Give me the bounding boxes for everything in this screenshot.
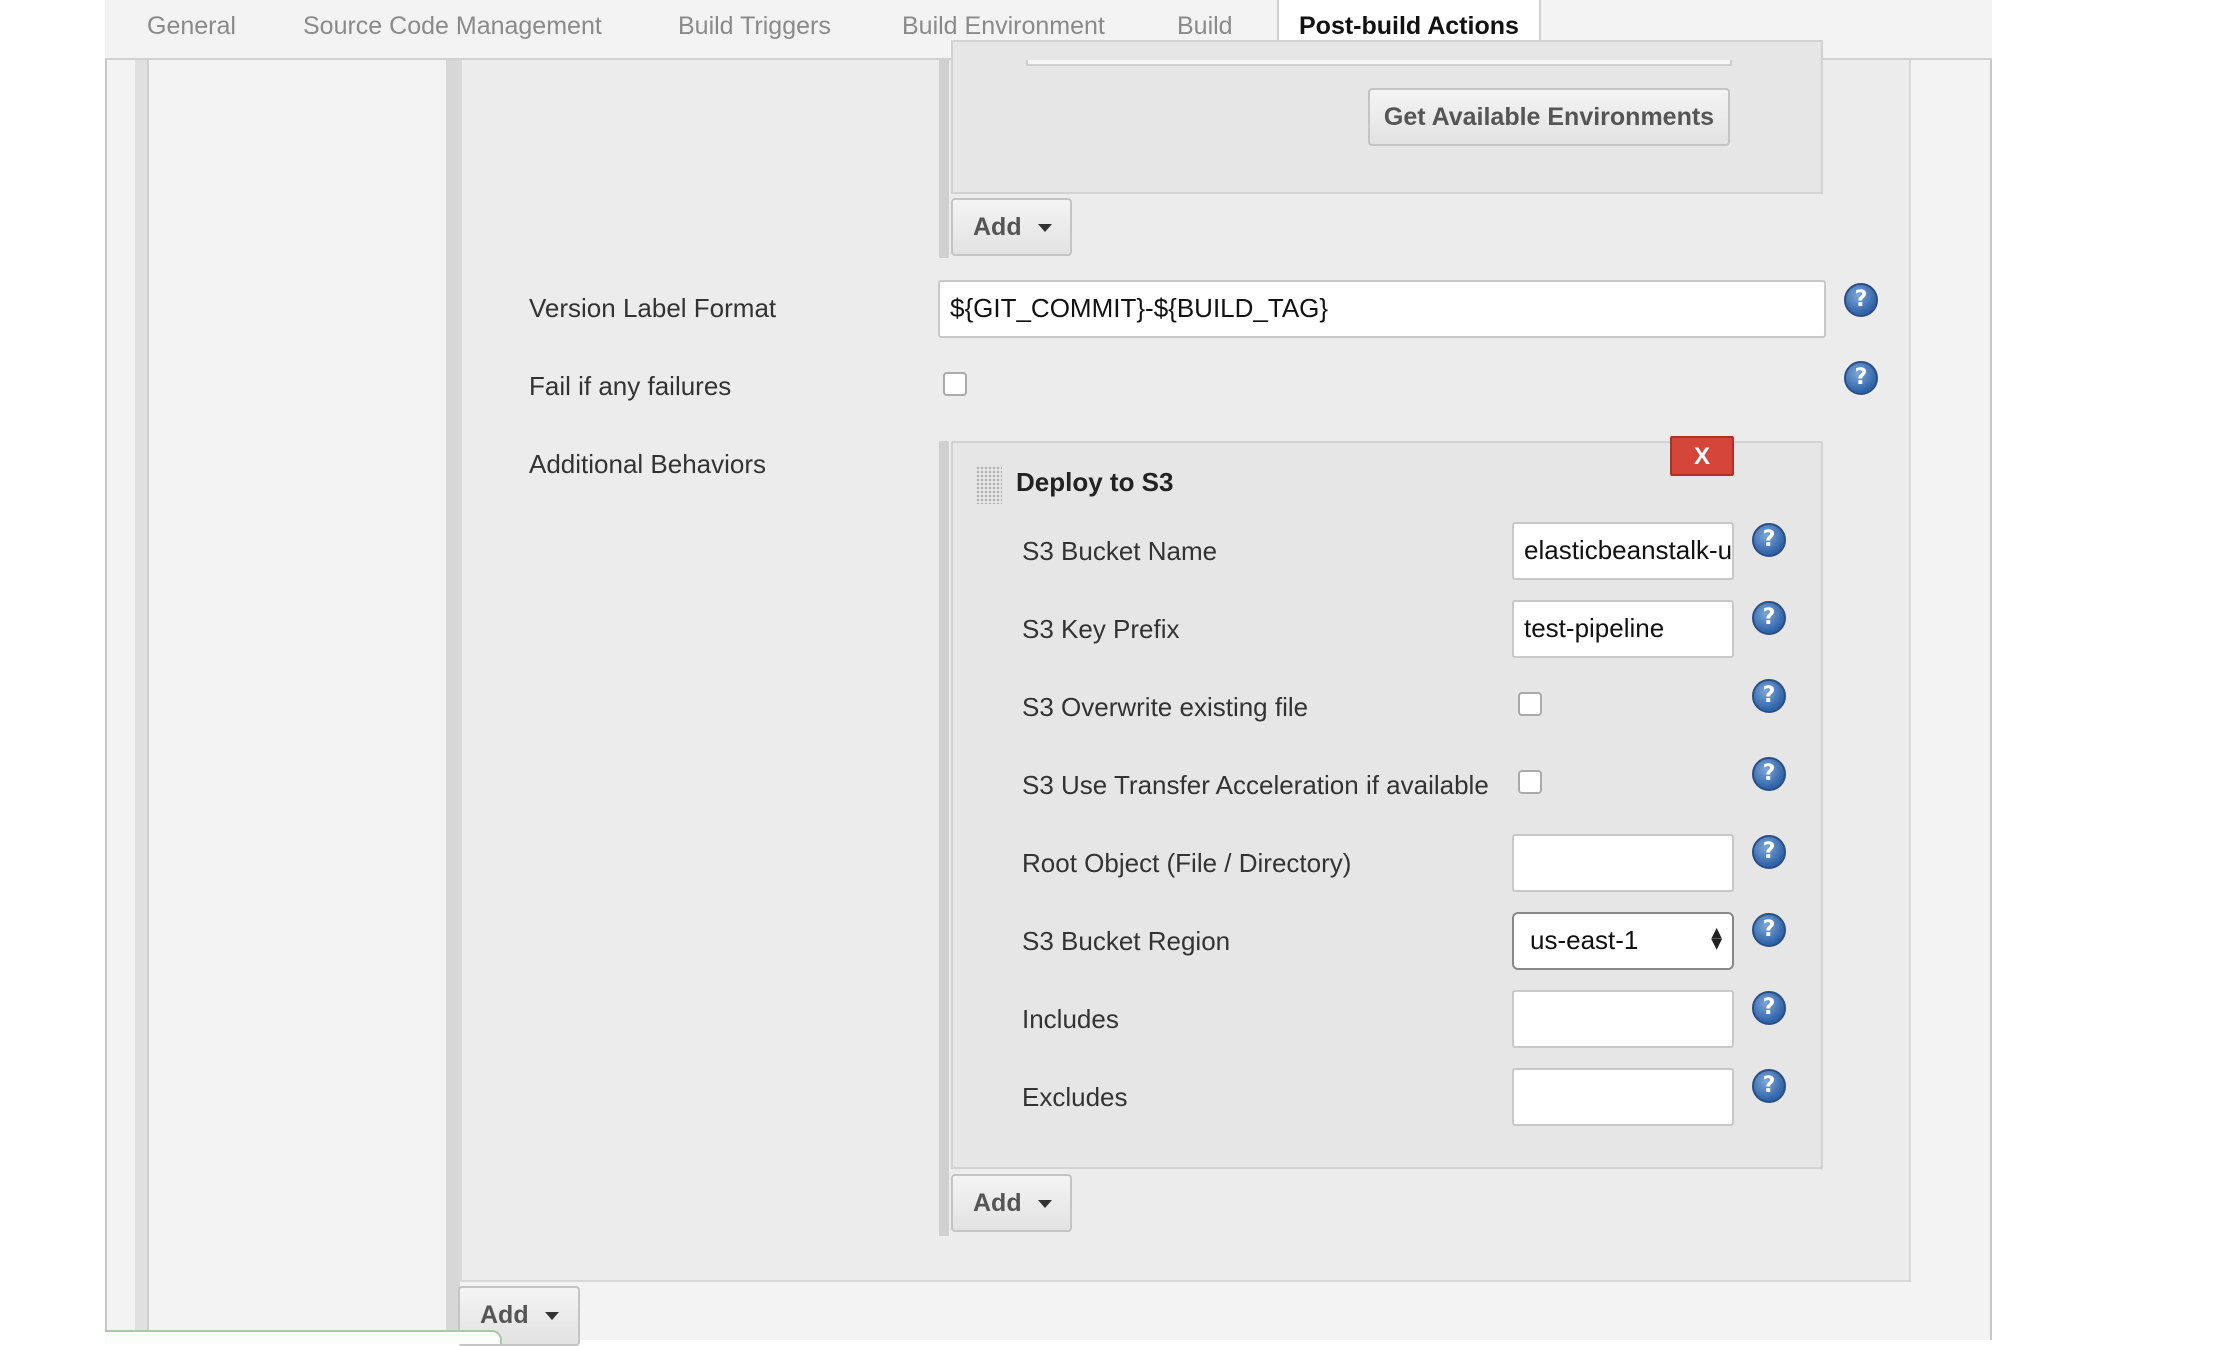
includes-help-icon[interactable]: ? xyxy=(1752,991,1786,1025)
fail-if-any-failures-label: Fail if any failures xyxy=(529,371,732,401)
tab-general[interactable]: General xyxy=(147,0,236,58)
status-popup-edge xyxy=(105,1330,502,1344)
root-object-help-icon[interactable]: ? xyxy=(1752,835,1786,869)
deploy-to-s3-title: Deploy to S3 xyxy=(1016,467,1174,497)
chevron-down-icon xyxy=(1037,1200,1052,1209)
fail-if-any-failures-checkbox[interactable] xyxy=(943,372,967,396)
chevron-down-icon xyxy=(1037,224,1052,233)
version-label-format-label: Version Label Format xyxy=(529,293,777,323)
tab-source-code-management[interactable]: Source Code Management xyxy=(303,0,602,58)
s3-bucket-region-label: S3 Bucket Region xyxy=(1022,926,1231,956)
environments-add-label: Add xyxy=(973,213,1022,241)
s3-transfer-acceleration-help-icon[interactable]: ? xyxy=(1752,757,1786,791)
s3-transfer-acceleration-checkbox[interactable] xyxy=(1518,770,1542,794)
page-right-border xyxy=(1990,60,1992,1340)
outer-section-strip xyxy=(135,60,149,1340)
root-object-input[interactable] xyxy=(1512,834,1734,892)
s3-bucket-name-input[interactable]: elasticbeanstalk-u xyxy=(1512,522,1734,580)
s3-overwrite-help-icon[interactable]: ? xyxy=(1752,679,1786,713)
environments-list-bottom xyxy=(1026,60,1732,66)
s3-key-prefix-input[interactable]: test-pipeline xyxy=(1512,600,1734,658)
s3-key-prefix-label: S3 Key Prefix xyxy=(1022,614,1180,644)
excludes-input[interactable] xyxy=(1512,1068,1734,1126)
left-column xyxy=(149,60,446,1340)
s3-key-prefix-help-icon[interactable]: ? xyxy=(1752,601,1786,635)
s3-overwrite-label: S3 Overwrite existing file xyxy=(1022,692,1309,722)
post-build-section-strip xyxy=(446,60,460,1340)
s3-bucket-region-select[interactable]: us-east-1 ▲ ▼ xyxy=(1512,912,1734,970)
excludes-help-icon[interactable]: ? xyxy=(1752,1069,1786,1103)
s3-bucket-region-value: us-east-1 xyxy=(1530,925,1639,955)
additional-behaviors-add-button[interactable]: Add xyxy=(951,1174,1072,1232)
additional-behaviors-label: Additional Behaviors xyxy=(529,449,767,479)
includes-label: Includes xyxy=(1022,1004,1119,1034)
behaviors-drag-bar xyxy=(939,441,949,1236)
s3-bucket-name-label: S3 Bucket Name xyxy=(1022,536,1218,566)
s3-transfer-acceleration-label: S3 Use Transfer Acceleration if availabl… xyxy=(1022,770,1489,800)
s3-bucket-name-help-icon[interactable]: ? xyxy=(1752,523,1786,557)
s3-overwrite-checkbox[interactable] xyxy=(1518,692,1542,716)
delete-behavior-button[interactable]: X xyxy=(1670,436,1734,476)
additional-behaviors-add-label: Add xyxy=(973,1189,1022,1217)
page-left-border xyxy=(105,60,107,1340)
environments-drag-bar xyxy=(939,60,949,258)
chevron-down-icon xyxy=(544,1312,559,1321)
excludes-label: Excludes xyxy=(1022,1082,1128,1112)
version-label-help-icon[interactable]: ? xyxy=(1844,283,1878,317)
version-label-format-input[interactable]: ${GIT_COMMIT}-${BUILD_TAG} xyxy=(938,280,1826,338)
post-build-add-label: Add xyxy=(480,1301,529,1329)
environments-add-button[interactable]: Add xyxy=(951,198,1072,256)
tab-build-triggers[interactable]: Build Triggers xyxy=(678,0,831,58)
drag-handle-icon[interactable] xyxy=(976,466,1002,504)
get-available-environments-button[interactable]: Get Available Environments xyxy=(1368,88,1730,146)
root-object-label: Root Object (File / Directory) xyxy=(1022,848,1352,878)
tab-post-build-actions-label: Post-build Actions xyxy=(1299,12,1519,40)
fail-if-any-failures-help-icon[interactable]: ? xyxy=(1844,361,1878,395)
select-arrows-icon: ▲ ▼ xyxy=(1711,925,1722,952)
s3-bucket-region-help-icon[interactable]: ? xyxy=(1752,913,1786,947)
includes-input[interactable] xyxy=(1512,990,1734,1048)
